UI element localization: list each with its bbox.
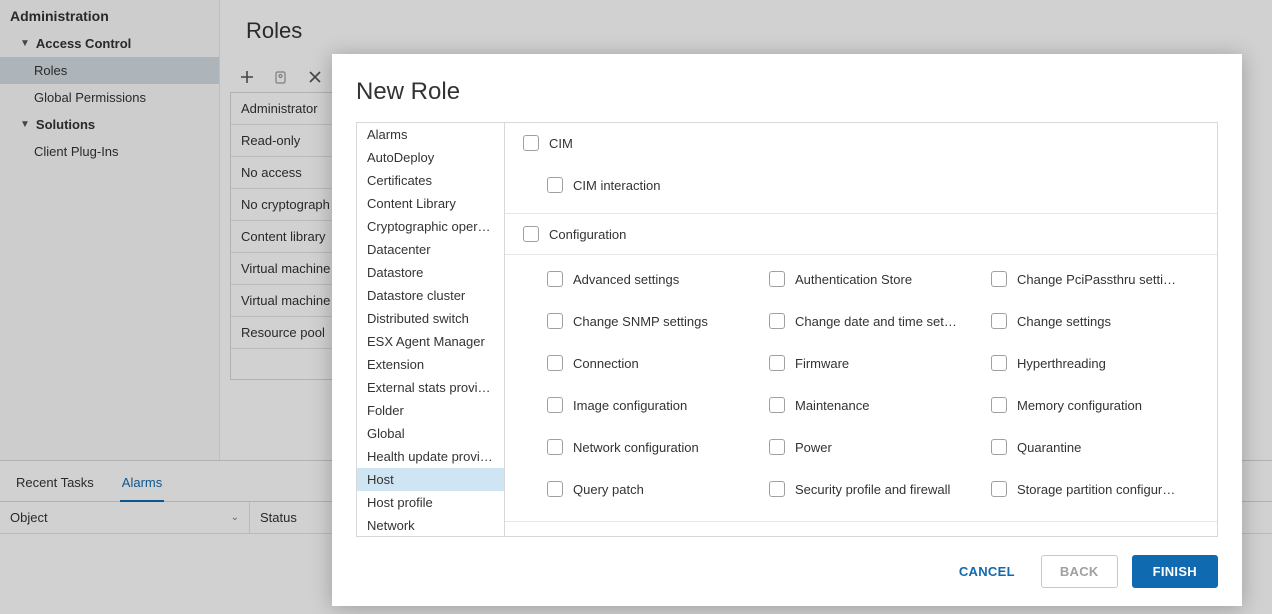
permission-label: Network configuration [573, 440, 699, 455]
modal-title: New Role [332, 54, 1242, 114]
permission-group-header[interactable]: CIM [505, 123, 1217, 163]
category-item[interactable]: Host profile [357, 491, 504, 514]
category-item[interactable]: Folder [357, 399, 504, 422]
permission-item[interactable]: Change PciPassthru setti… [987, 261, 1199, 297]
checkbox[interactable] [769, 439, 785, 455]
permission-item[interactable]: Authentication Store [765, 261, 977, 297]
checkbox[interactable] [991, 271, 1007, 287]
permission-label: Change settings [1017, 314, 1111, 329]
permission-item[interactable]: Image configuration [543, 387, 755, 423]
button-label: CANCEL [959, 564, 1015, 579]
permission-item[interactable]: Security profile and firewall [765, 471, 977, 507]
category-item[interactable]: Datacenter [357, 238, 504, 261]
permission-item[interactable]: Power [765, 429, 977, 465]
permission-item[interactable]: Storage partition configur… [987, 471, 1199, 507]
permission-item[interactable]: Maintenance [765, 387, 977, 423]
checkbox[interactable] [769, 481, 785, 497]
permission-label: Change date and time set… [795, 314, 957, 329]
permission-label: Power [795, 440, 832, 455]
permission-label: Change SNMP settings [573, 314, 708, 329]
permission-label: Hyperthreading [1017, 356, 1106, 371]
permission-label: Quarantine [1017, 440, 1081, 455]
modal-footer: CANCEL BACK FINISH [332, 537, 1242, 606]
category-item[interactable]: Health update provi… [357, 445, 504, 468]
category-item[interactable]: Host [357, 468, 504, 491]
modal-body: AlarmsAutoDeployCertificatesContent Libr… [356, 122, 1218, 537]
permission-item[interactable]: Connection [543, 345, 755, 381]
category-item[interactable]: ESX Agent Manager [357, 330, 504, 353]
permission-item[interactable]: CIM interaction [543, 167, 1199, 203]
checkbox[interactable] [547, 355, 563, 371]
permission-group-body: CIM interaction [505, 163, 1217, 214]
category-item[interactable]: External stats provid… [357, 376, 504, 399]
category-item[interactable]: Datastore cluster [357, 284, 504, 307]
checkbox[interactable] [991, 439, 1007, 455]
permission-item[interactable]: Hyperthreading [987, 345, 1199, 381]
permission-label: Storage partition configur… [1017, 482, 1175, 497]
checkbox[interactable] [523, 135, 539, 151]
permissions-panel[interactable]: CIM CIM interaction Configuration Advanced … [505, 123, 1217, 536]
back-button[interactable]: BACK [1041, 555, 1118, 588]
permission-item[interactable]: Change settings [987, 303, 1199, 339]
button-label: FINISH [1153, 564, 1197, 579]
checkbox[interactable] [547, 177, 563, 193]
cancel-button[interactable]: CANCEL [947, 556, 1027, 587]
category-item[interactable]: Datastore [357, 261, 504, 284]
category-item[interactable]: Cryptographic oper… [357, 215, 504, 238]
category-item[interactable]: Certificates [357, 169, 504, 192]
checkbox[interactable] [769, 355, 785, 371]
permission-label: Firmware [795, 356, 849, 371]
category-item[interactable]: Content Library [357, 192, 504, 215]
permission-label: Maintenance [795, 398, 869, 413]
permission-label: Query patch [573, 482, 644, 497]
category-item[interactable]: Extension [357, 353, 504, 376]
category-item[interactable]: Network [357, 514, 504, 536]
category-item[interactable]: Distributed switch [357, 307, 504, 330]
checkbox[interactable] [547, 481, 563, 497]
permission-label: CIM interaction [573, 178, 660, 193]
permission-label: Advanced settings [573, 272, 679, 287]
checkbox[interactable] [769, 271, 785, 287]
permission-label: Image configuration [573, 398, 687, 413]
permission-label: Security profile and firewall [795, 482, 950, 497]
new-role-modal: New Role AlarmsAutoDeployCertificatesCon… [332, 54, 1242, 606]
finish-button[interactable]: FINISH [1132, 555, 1218, 588]
checkbox[interactable] [991, 481, 1007, 497]
category-item[interactable]: Global [357, 422, 504, 445]
checkbox[interactable] [991, 397, 1007, 413]
permission-item[interactable]: Quarantine [987, 429, 1199, 465]
button-label: BACK [1060, 564, 1099, 579]
category-item[interactable]: Alarms [357, 123, 504, 146]
permission-item[interactable]: Firmware [765, 345, 977, 381]
permission-label: Connection [573, 356, 639, 371]
permission-item[interactable]: Query patch [543, 471, 755, 507]
checkbox[interactable] [547, 397, 563, 413]
permission-item[interactable]: Memory configuration [987, 387, 1199, 423]
checkbox[interactable] [547, 439, 563, 455]
checkbox[interactable] [769, 313, 785, 329]
app-root: Administration ▼ Access Control Roles Gl… [0, 0, 1272, 614]
checkbox[interactable] [523, 226, 539, 242]
checkbox[interactable] [547, 271, 563, 287]
permission-item[interactable]: Change date and time set… [765, 303, 977, 339]
checkbox[interactable] [991, 313, 1007, 329]
permission-item[interactable]: Network configuration [543, 429, 755, 465]
checkbox[interactable] [547, 313, 563, 329]
category-item[interactable]: AutoDeploy [357, 146, 504, 169]
permission-group-label: Configuration [549, 227, 626, 242]
permission-group-body: Advanced settings Authentication Store Cha… [505, 255, 1217, 522]
permission-group-header[interactable]: Configuration [505, 214, 1217, 255]
permission-group-label: CIM [549, 136, 573, 151]
permission-label: Change PciPassthru setti… [1017, 272, 1176, 287]
category-list[interactable]: AlarmsAutoDeployCertificatesContent Libr… [357, 123, 505, 536]
permission-item[interactable]: Advanced settings [543, 261, 755, 297]
permission-label: Memory configuration [1017, 398, 1142, 413]
checkbox[interactable] [769, 397, 785, 413]
checkbox[interactable] [991, 355, 1007, 371]
permission-item[interactable]: Change SNMP settings [543, 303, 755, 339]
permission-label: Authentication Store [795, 272, 912, 287]
